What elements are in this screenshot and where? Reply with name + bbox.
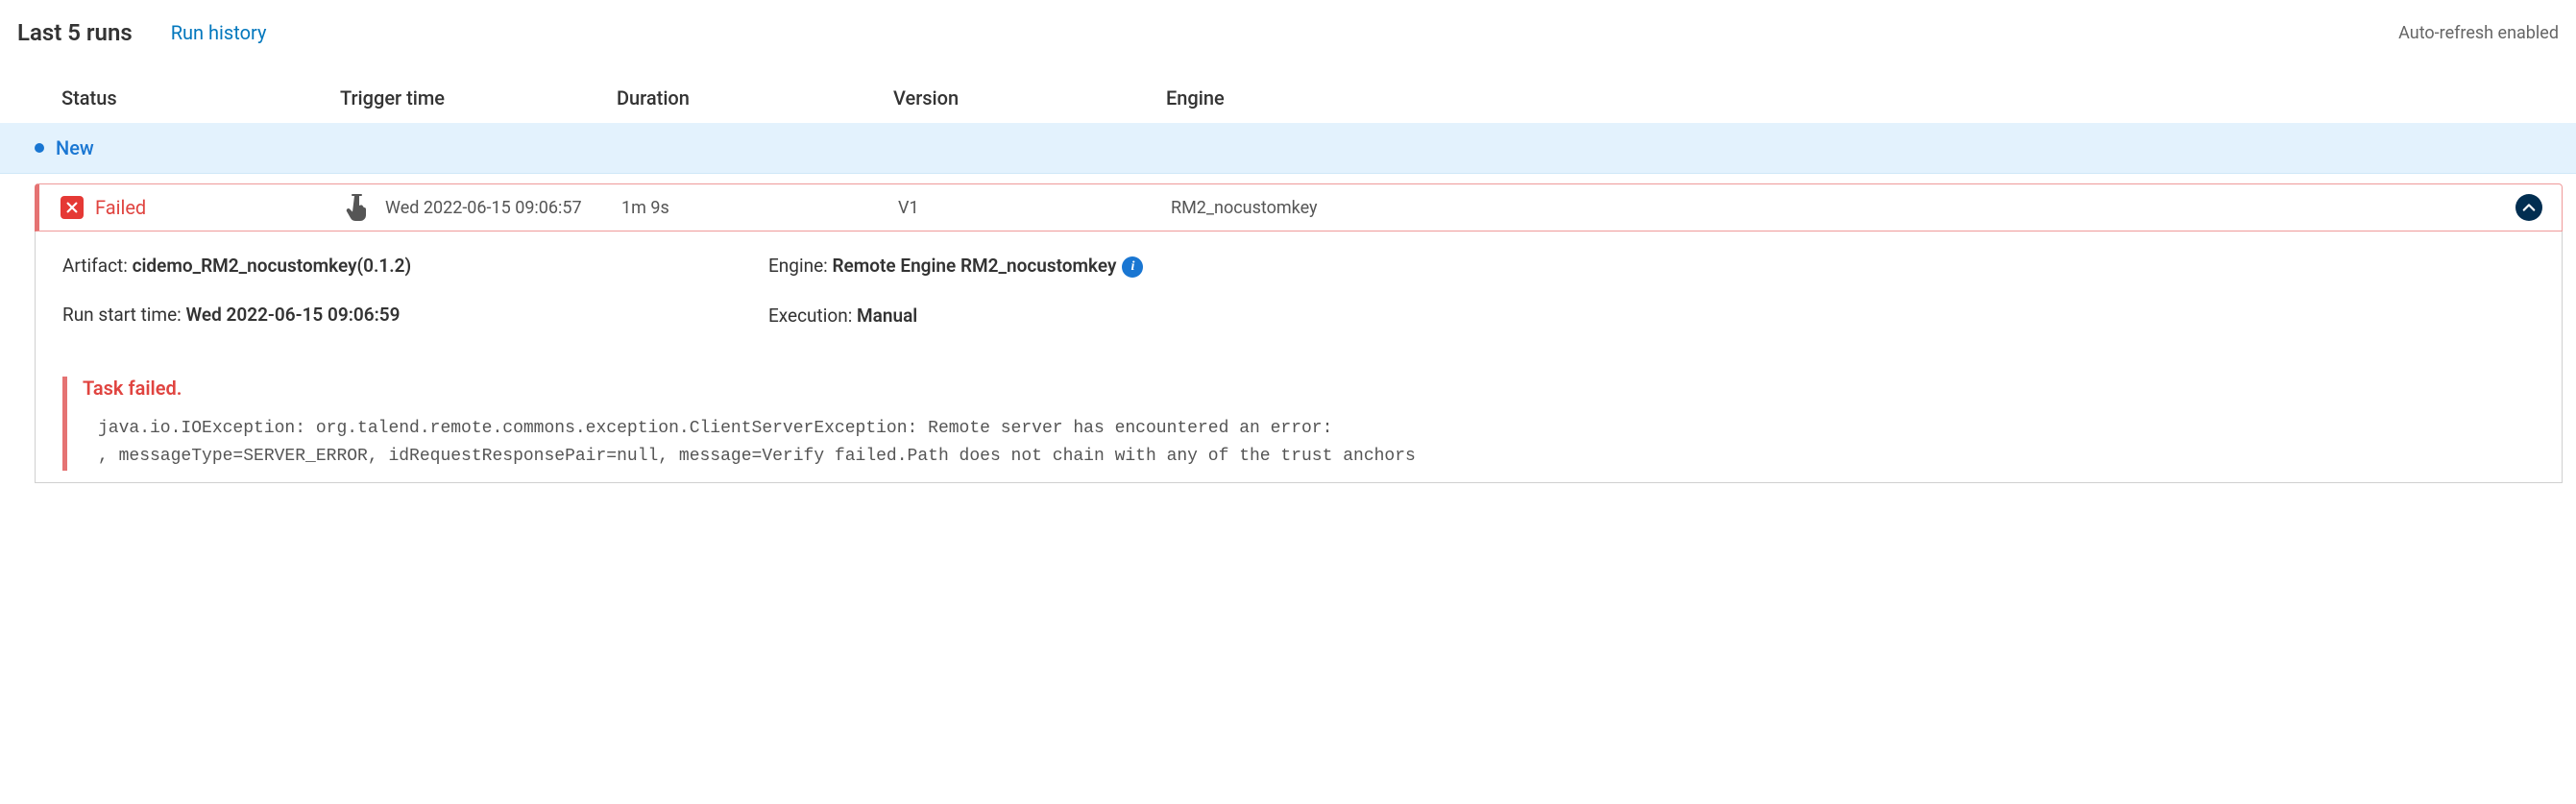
engine-cell: RM2_nocustomkey <box>1171 194 2542 221</box>
engine-value: RM2_nocustomkey <box>1171 198 1318 218</box>
duration-value: 1m 9s <box>621 198 898 218</box>
table-header-row: Status Trigger time Duration Version Eng… <box>0 73 2576 123</box>
info-icon[interactable]: i <box>1122 256 1143 278</box>
execution-value: Manual <box>857 305 917 327</box>
new-run-banner[interactable]: New <box>0 123 2576 174</box>
run-start-value: Wed 2022-06-15 09:06:59 <box>185 304 400 326</box>
col-header-trigger: Trigger time <box>340 86 617 110</box>
run-summary-row[interactable]: Failed Wed 2022-06-15 09:06:57 1m 9s V1 … <box>35 183 2563 231</box>
artifact-row: Artifact: cidemo_RM2_nocustomkey(0.1.2) <box>62 255 768 277</box>
engine-detail-label: Engine: <box>768 255 832 277</box>
failed-icon <box>61 196 84 219</box>
runs-table: Status Trigger time Duration Version Eng… <box>0 73 2576 483</box>
bullet-icon <box>35 143 44 153</box>
page-header: Last 5 runs Run history Auto-refresh ena… <box>0 0 2576 73</box>
error-section: Task failed. java.io.IOException: org.ta… <box>62 377 2535 471</box>
col-header-status: Status <box>61 86 340 110</box>
auto-refresh-status: Auto-refresh enabled <box>2398 23 2559 43</box>
execution-label: Execution: <box>768 305 857 327</box>
col-header-engine: Engine <box>1166 86 2576 110</box>
page-title: Last 5 runs <box>17 19 133 46</box>
run-start-row: Run start time: Wed 2022-06-15 09:06:59 <box>62 304 768 326</box>
artifact-value: cidemo_RM2_nocustomkey(0.1.2) <box>133 255 412 277</box>
col-header-version: Version <box>893 86 1166 110</box>
collapse-button[interactable] <box>2515 194 2542 221</box>
manual-trigger-icon <box>345 194 368 221</box>
status-cell: Failed <box>39 196 345 219</box>
col-header-duration: Duration <box>617 86 893 110</box>
version-value: V1 <box>898 198 1171 218</box>
engine-detail-value: Remote Engine RM2_nocustomkey <box>832 255 1116 277</box>
artifact-label: Artifact: <box>62 255 133 277</box>
trigger-time-value: Wed 2022-06-15 09:06:57 <box>385 198 582 218</box>
run-start-label: Run start time: <box>62 304 185 326</box>
error-trace: java.io.IOException: org.talend.remote.c… <box>83 415 2535 471</box>
error-title: Task failed. <box>83 377 2535 400</box>
status-label: Failed <box>95 196 146 219</box>
engine-row: Engine: Remote Engine RM2_nocustomkey i <box>768 255 2535 278</box>
trigger-cell: Wed 2022-06-15 09:06:57 <box>345 194 621 221</box>
run-history-link[interactable]: Run history <box>171 21 267 44</box>
run-details-panel: Artifact: cidemo_RM2_nocustomkey(0.1.2) … <box>35 231 2563 483</box>
new-label: New <box>56 136 94 159</box>
run-item: Failed Wed 2022-06-15 09:06:57 1m 9s V1 … <box>35 183 2563 483</box>
execution-row: Execution: Manual <box>768 305 2535 327</box>
